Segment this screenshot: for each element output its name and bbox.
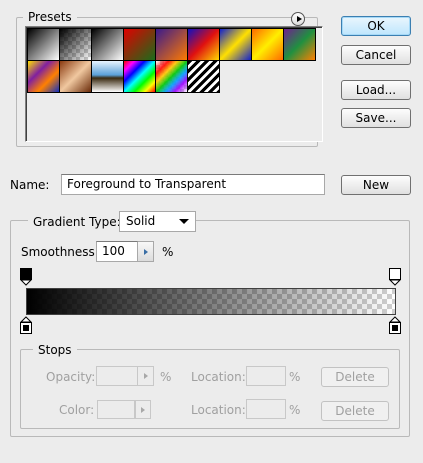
color-location-unit: % xyxy=(289,403,301,417)
new-button[interactable]: New xyxy=(341,175,411,195)
preset-swatch-blue-red-yellow[interactable] xyxy=(187,28,220,61)
cancel-button[interactable]: Cancel xyxy=(341,45,411,65)
opacity-input xyxy=(96,366,138,386)
save-button[interactable]: Save... xyxy=(341,108,411,128)
preset-swatch-orange-yellow-orange[interactable] xyxy=(251,28,284,61)
smoothness-stepper-arrow-icon[interactable] xyxy=(138,241,154,262)
presets-flyout-menu-icon[interactable] xyxy=(291,12,305,26)
color-label: Color: xyxy=(59,403,95,417)
gradient-type-select[interactable]: Solid xyxy=(119,211,196,232)
presets-group: Presets xyxy=(16,10,323,147)
opacity-location-label: Location: xyxy=(191,370,246,384)
chevron-down-icon xyxy=(179,219,189,224)
opacity-stop-start[interactable] xyxy=(20,268,32,286)
name-label: Name: xyxy=(10,178,50,192)
preset-swatch-spectrum[interactable] xyxy=(123,60,156,93)
delete-opacity-stop-button: Delete xyxy=(321,367,389,387)
gradient-type-value: Solid xyxy=(126,214,156,228)
preset-swatch-foreground-to-transparent[interactable] xyxy=(59,28,92,61)
preset-swatch-yellow-violet-orange-blue[interactable] xyxy=(27,60,60,93)
preset-swatch-transparent-stripes[interactable] xyxy=(187,60,220,93)
preset-swatch-red-green[interactable] xyxy=(123,28,156,61)
smoothness-input[interactable]: 100 xyxy=(96,241,138,262)
preset-swatch-transparent-rainbow[interactable] xyxy=(155,60,188,93)
preset-swatch-violet-orange[interactable] xyxy=(155,28,188,61)
name-input[interactable]: Foreground to Transparent xyxy=(61,174,325,195)
opacity-label: Opacity: xyxy=(46,370,96,384)
color-stop-end[interactable] xyxy=(389,316,401,334)
presets-legend: Presets xyxy=(23,10,77,24)
color-menu-arrow-icon xyxy=(135,400,151,419)
load-button[interactable]: Load... xyxy=(341,80,411,100)
gradient-type-label: Gradient Type: xyxy=(28,215,126,229)
opacity-stepper-arrow-icon xyxy=(138,366,154,386)
preset-swatch-copper[interactable] xyxy=(59,60,92,93)
color-stop-start[interactable] xyxy=(20,316,32,334)
stops-legend: Stops xyxy=(33,343,77,357)
opacity-location-unit: % xyxy=(289,370,301,384)
preset-swatch-blue-yellow-blue[interactable] xyxy=(219,28,252,61)
preset-swatch-violet-green-orange[interactable] xyxy=(283,28,316,61)
opacity-unit: % xyxy=(160,370,172,384)
gradient-preview-bar[interactable] xyxy=(26,288,396,315)
ok-button[interactable]: OK xyxy=(341,16,411,36)
preset-swatch-chrome[interactable] xyxy=(91,60,124,93)
opacity-location-input xyxy=(246,366,286,386)
preset-swatch-foreground-to-background[interactable] xyxy=(27,28,60,61)
opacity-stop-end[interactable] xyxy=(389,268,401,286)
color-location-input xyxy=(246,399,286,419)
preset-swatch-black-white[interactable] xyxy=(91,28,124,61)
delete-color-stop-button: Delete xyxy=(321,401,389,421)
color-location-label: Location: xyxy=(191,403,246,417)
smoothness-label: Smoothness: xyxy=(21,245,99,259)
presets-swatch-grid xyxy=(25,26,323,142)
color-swatch xyxy=(97,400,135,419)
smoothness-unit: % xyxy=(162,245,174,259)
